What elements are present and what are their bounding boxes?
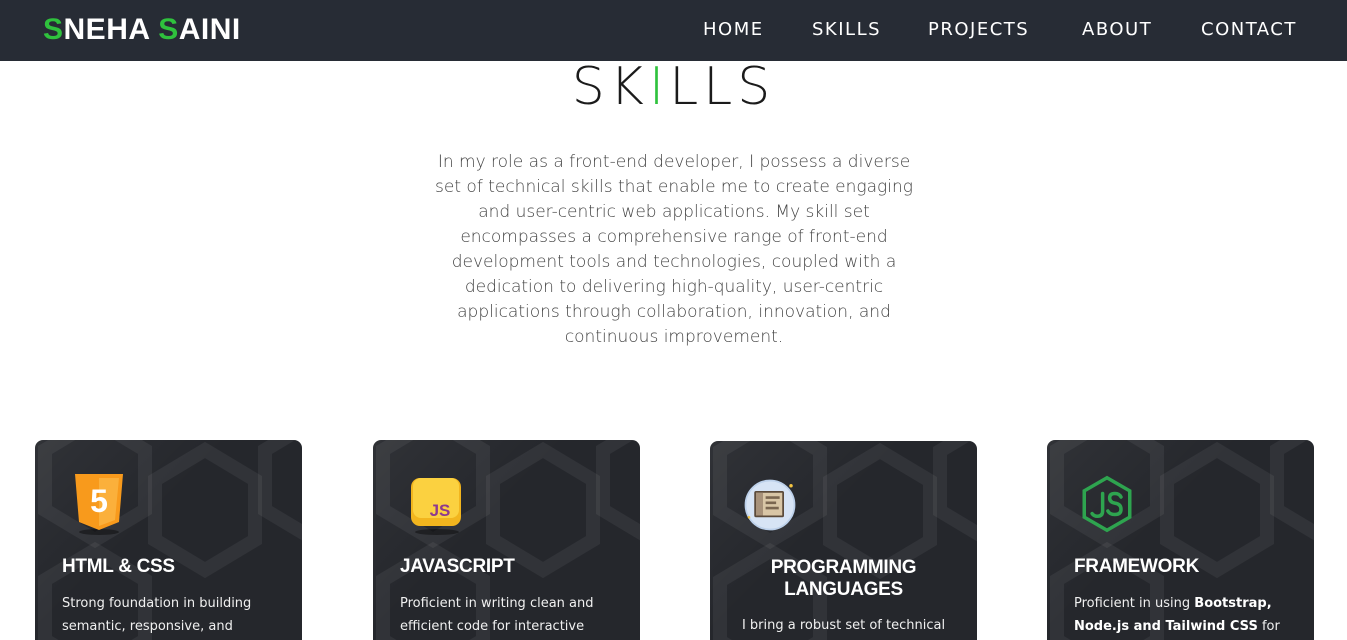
skill-card-programming-languages[interactable]: PROGRAMMING LANGUAGES I bring a robust s…	[710, 441, 977, 640]
svg-text:JS: JS	[430, 501, 451, 520]
card-description: Strong foundation in building semantic, …	[62, 596, 252, 634]
skills-heading-part2: LLS	[669, 57, 776, 117]
logo-first-name: NEHA	[63, 13, 159, 46]
card-description: I bring a robust set of technical	[741, 618, 946, 633]
card-title-line2: LANGUAGES	[784, 579, 903, 600]
navbar: SNEHA SAINI HOME SKILLS PROJECTS ABOUT C…	[0, 0, 1347, 61]
logo-last-name: AINI	[178, 13, 241, 46]
card-title: HTML & CSS	[62, 556, 175, 577]
logo-initial-last: S	[158, 13, 179, 46]
card-title: JAVASCRIPT	[400, 556, 515, 577]
skill-card-html-css[interactable]: 5 HTML & CSS Strong foundation in buildi…	[35, 440, 302, 640]
card-description: Proficient in using Bootstrap, Node.js a…	[1074, 592, 1294, 638]
card-title: FRAMEWORK	[1074, 556, 1200, 577]
hex-pattern-background	[713, 441, 977, 640]
site-logo[interactable]: SNEHA SAINI	[43, 13, 241, 47]
nav-link-contact[interactable]: CONTACT	[1201, 19, 1297, 41]
javascript-icon: JS	[411, 478, 461, 535]
nav-link-home[interactable]: HOME	[703, 19, 764, 41]
skills-heading-part1: SK	[571, 57, 649, 117]
nav-link-about[interactable]: ABOUT	[1082, 19, 1152, 41]
card-description-prefix: Proficient in using	[1074, 596, 1195, 611]
svg-text:5: 5	[90, 483, 108, 519]
skill-card-javascript[interactable]: JS JAVASCRIPT Proficient in writing clea…	[373, 440, 640, 640]
card-title-line1: PROGRAMMING	[770, 557, 917, 578]
skill-card-framework[interactable]: FRAMEWORK Proficient in using Bootstrap,…	[1047, 440, 1314, 640]
nav-link-projects[interactable]: PROJECTS	[928, 19, 1029, 41]
card-title: PROGRAMMING LANGUAGES	[710, 557, 977, 601]
card-description-suffix: for	[1257, 619, 1280, 634]
code-window-icon	[744, 479, 796, 531]
html5-icon: 5	[75, 474, 123, 535]
card-description: Proficient in writing clean and efficien…	[400, 596, 594, 634]
nav-link-skills[interactable]: SKILLS	[812, 19, 881, 41]
skills-heading-accent: I	[648, 57, 670, 117]
skills-heading: SKILLS	[0, 56, 1347, 118]
skills-intro: In my role as a front-end developer, I p…	[435, 152, 913, 347]
logo-initial-first: S	[43, 13, 64, 46]
nodejs-icon	[1082, 475, 1132, 533]
